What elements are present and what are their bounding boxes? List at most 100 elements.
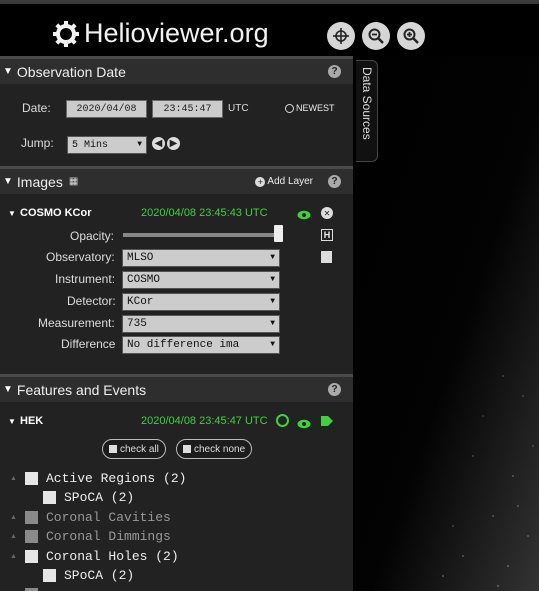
observation-date-header[interactable]: ▼ Observation Date ?: [0, 56, 353, 84]
grid-icon[interactable]: ▦: [69, 176, 78, 187]
timezone-label: UTC: [228, 103, 249, 114]
difference-select[interactable]: No difference ima ▼: [122, 336, 280, 354]
zoom-out-button[interactable]: [362, 22, 390, 50]
instrument-label: Instrument:: [55, 272, 116, 286]
difference-label: Difference: [61, 337, 116, 351]
date-label: Date:: [22, 101, 51, 115]
visibility-eye-icon[interactable]: [297, 207, 311, 220]
chevron-down-icon: ▼: [270, 297, 275, 306]
opacity-slider-handle[interactable]: [274, 225, 283, 242]
jump-forward-icon[interactable]: ▶: [167, 137, 180, 150]
collapse-triangle-icon[interactable]: ▼: [8, 209, 16, 218]
add-layer-label: Add Layer: [267, 176, 313, 187]
data-sources-label: Data Sources: [360, 67, 374, 140]
help-icon[interactable]: ?: [328, 383, 341, 396]
image-viewport[interactable]: [353, 56, 539, 591]
checkbox[interactable]: [43, 491, 56, 504]
logo[interactable]: Helioviewer.org: [52, 18, 269, 49]
images-header[interactable]: ▼ Images ▦ + Add Layer ?: [0, 166, 353, 194]
section-title: Images: [16, 173, 63, 190]
zoom-in-button[interactable]: [397, 22, 425, 50]
collapse-triangle-icon[interactable]: ▼: [8, 417, 16, 426]
tree-item-label: Active Regions (2): [46, 471, 187, 486]
chevron-down-icon: ▼: [137, 140, 142, 149]
collapse-triangle-icon: ▼: [3, 384, 13, 395]
measurement-value: 735: [127, 318, 147, 330]
checkbox[interactable]: [25, 511, 38, 524]
collapse-triangle-icon: ▼: [3, 66, 13, 77]
chevron-down-icon: ▼: [270, 340, 275, 349]
checkbox-icon: [109, 445, 117, 453]
tag-icon[interactable]: [320, 414, 334, 426]
checkbox[interactable]: [43, 569, 56, 582]
center-viewport-button[interactable]: [327, 22, 355, 50]
tree-expand-icon[interactable]: ▲: [10, 553, 17, 560]
check-all-button[interactable]: check all: [102, 439, 166, 459]
data-sources-tab[interactable]: Data Sources: [356, 60, 378, 162]
target-icon[interactable]: [276, 414, 289, 427]
checkbox[interactable]: [25, 550, 38, 563]
instrument-select[interactable]: COSMO ▼: [122, 271, 280, 289]
chevron-down-icon: ▼: [270, 319, 275, 328]
visibility-eye-icon[interactable]: [297, 416, 311, 429]
instrument-value: COSMO: [127, 274, 161, 286]
viewport-noise: [353, 56, 539, 591]
tree-expand-icon[interactable]: ▲: [10, 475, 17, 482]
detector-label: Detector:: [67, 294, 116, 308]
checkbox-icon: [183, 445, 191, 453]
date-input[interactable]: 2020/04/08: [66, 100, 147, 118]
observatory-label: Observatory:: [46, 250, 115, 264]
features-events-header[interactable]: ▼ Features and Events ?: [0, 374, 353, 402]
remove-layer-icon[interactable]: ✕: [321, 207, 333, 219]
zoom-out-icon: [368, 28, 384, 44]
zoom-in-icon: [403, 28, 419, 44]
gear-logo-icon: [53, 20, 79, 47]
newest-button[interactable]: NEWEST: [285, 103, 335, 113]
plus-icon: +: [255, 176, 266, 187]
tree-item-coronal-dimmings[interactable]: Coronal Dimmings: [25, 529, 171, 544]
jump-label: Jump:: [21, 136, 54, 150]
clock-icon: [285, 103, 294, 113]
hek-timestamp: 2020/04/08 23:45:47 UTC: [141, 415, 268, 427]
observatory-select[interactable]: MLSO ▼: [122, 249, 280, 267]
tree-item-label: SPoCA (2): [64, 568, 135, 583]
checkbox[interactable]: [25, 530, 38, 543]
detector-select[interactable]: KCor ▼: [122, 293, 280, 311]
help-icon[interactable]: ?: [328, 65, 341, 78]
opacity-label: Opacity:: [70, 229, 115, 243]
tree-expand-icon[interactable]: ▲: [10, 533, 17, 540]
image-info-icon[interactable]: H: [321, 229, 333, 241]
hek-label: HEK: [20, 415, 44, 427]
top-bar: Helioviewer.org: [0, 0, 539, 56]
brand-name: Helioviewer.org: [84, 18, 269, 48]
add-layer-button[interactable]: + Add Layer: [255, 176, 313, 187]
tree-item-label: SPoCA (2): [64, 490, 135, 505]
check-none-button[interactable]: check none: [176, 439, 253, 459]
tree-item-active-regions[interactable]: Active Regions (2): [25, 471, 186, 486]
difference-value: No difference ima: [127, 339, 240, 351]
chevron-down-icon: ▼: [270, 253, 275, 262]
section-title: Observation Date: [16, 63, 126, 80]
image-download-icon[interactable]: [321, 251, 332, 263]
opacity-slider[interactable]: [123, 233, 281, 237]
check-none-label: check none: [194, 443, 246, 455]
center-viewport-icon: [333, 28, 349, 44]
help-icon[interactable]: ?: [328, 175, 341, 188]
tree-item-label: Coronal Holes (2): [46, 549, 179, 564]
checkbox[interactable]: [25, 472, 38, 485]
chevron-down-icon: ▼: [270, 275, 275, 284]
jump-back-icon[interactable]: ◀: [152, 137, 165, 150]
tree-item-coronal-holes[interactable]: Coronal Holes (2): [25, 549, 179, 564]
check-all-label: check all: [120, 443, 159, 455]
jump-value: 5 Mins: [72, 139, 109, 151]
tree-item-spoca-ch[interactable]: SPoCA (2): [43, 568, 134, 583]
measurement-label: Measurement:: [38, 316, 115, 330]
tree-expand-icon[interactable]: ▲: [10, 514, 17, 521]
time-input[interactable]: 23:45:47: [152, 100, 223, 118]
tree-item-spoca-ar[interactable]: SPoCA (2): [43, 490, 134, 505]
tree-item-label: Coronal Cavities: [46, 510, 171, 525]
measurement-select[interactable]: 735 ▼: [122, 315, 280, 333]
tree-item-coronal-cavities[interactable]: Coronal Cavities: [25, 510, 171, 525]
jump-select[interactable]: 5 Mins ▼: [67, 136, 147, 154]
newest-label: NEWEST: [296, 103, 335, 113]
